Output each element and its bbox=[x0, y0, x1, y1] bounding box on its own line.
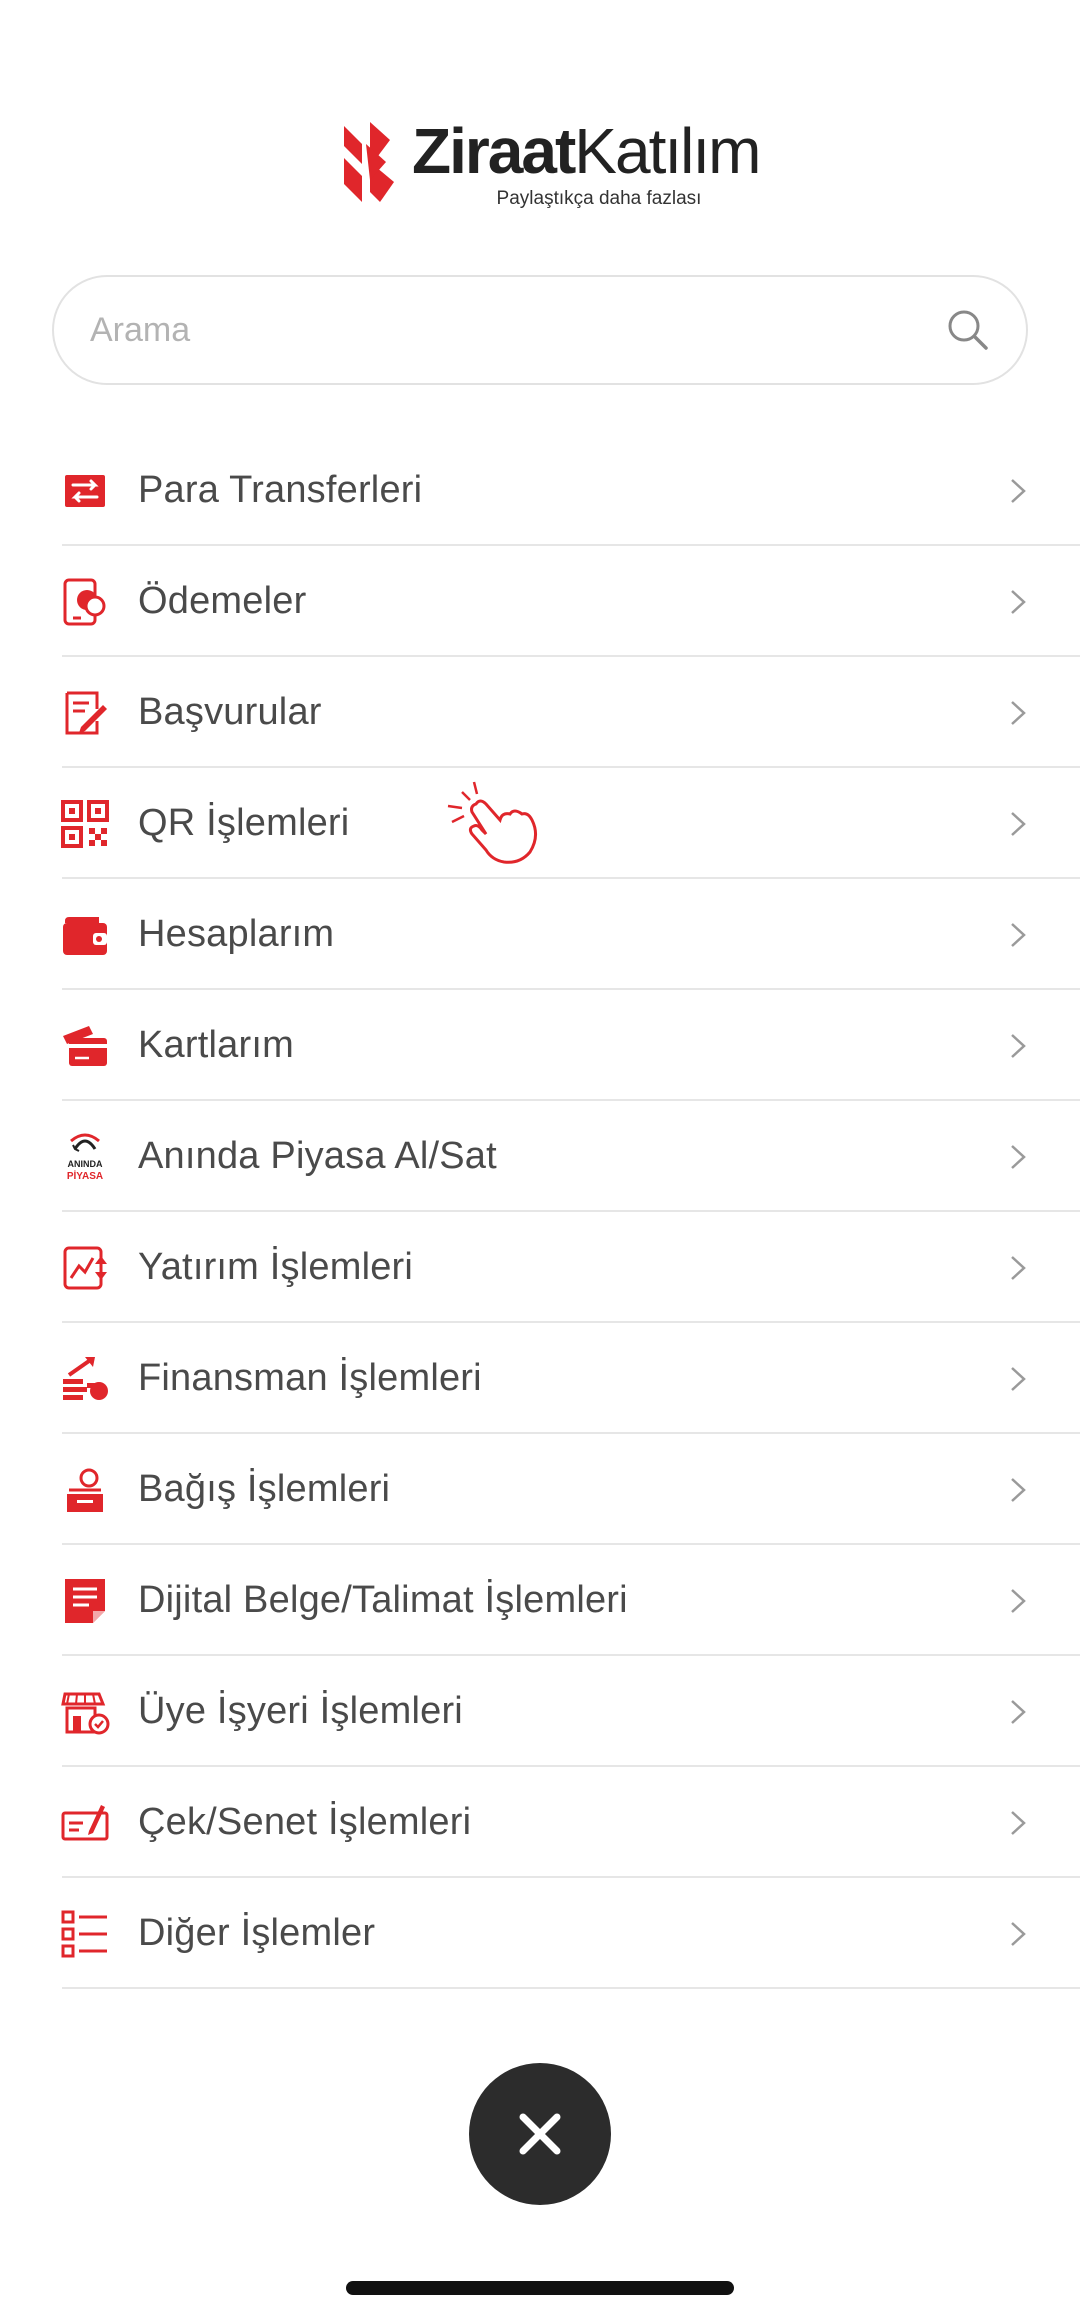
menu-item-label: Kartlarım bbox=[138, 1024, 294, 1066]
chevron-right-icon bbox=[1011, 811, 1026, 836]
search-bar[interactable] bbox=[52, 275, 1028, 385]
cheque-icon bbox=[58, 1796, 112, 1850]
menu-item-kartlarim[interactable]: Kartlarım bbox=[0, 990, 1080, 1101]
wallet-icon bbox=[58, 908, 112, 962]
menu-item-label: Dijital Belge/Talimat İşlemleri bbox=[138, 1579, 628, 1621]
close-button[interactable] bbox=[469, 2063, 611, 2205]
menu-item-dijital-belge[interactable]: Dijital Belge/Talimat İşlemleri bbox=[0, 1545, 1080, 1656]
brand-name-bold: Ziraat bbox=[412, 115, 576, 187]
search-input[interactable] bbox=[90, 310, 946, 350]
menu-item-label: QR İşlemleri bbox=[138, 802, 350, 844]
cards-icon bbox=[58, 1019, 112, 1073]
chevron-right-icon bbox=[1011, 1033, 1026, 1058]
ziraat-logo-icon bbox=[344, 122, 394, 202]
chevron-right-icon bbox=[1011, 1144, 1026, 1169]
tap-hand-icon bbox=[447, 781, 537, 864]
menu-item-bagis-islemleri[interactable]: Bağış İşlemleri bbox=[0, 1434, 1080, 1545]
aninda-text: ANINDA bbox=[68, 1159, 103, 1169]
menu-item-yatirim-islemleri[interactable]: Yatırım İşlemleri bbox=[0, 1212, 1080, 1323]
menu-item-label: Hesaplarım bbox=[138, 913, 335, 955]
main-menu: Para Transferleri Ödemeler Başvurular QR… bbox=[0, 435, 1080, 1989]
financing-coins-icon bbox=[58, 1352, 112, 1406]
menu-item-label: Üye İşyeri İşlemleri bbox=[138, 1690, 463, 1732]
chevron-right-icon bbox=[1011, 1366, 1026, 1391]
chevron-right-icon bbox=[1011, 1255, 1026, 1280]
menu-item-label: Ödemeler bbox=[138, 580, 307, 622]
menu-item-label: Yatırım İşlemleri bbox=[138, 1246, 414, 1288]
menu-item-label: Çek/Senet İşlemleri bbox=[138, 1801, 472, 1843]
menu-item-label: Para Transferleri bbox=[138, 469, 423, 511]
menu-item-label: Bağış İşlemleri bbox=[138, 1468, 391, 1510]
menu-item-label: Anında Piyasa Al/Sat bbox=[138, 1135, 497, 1177]
brand-name-regular: Katılım bbox=[574, 115, 761, 187]
menu-item-aninda-piyasa[interactable]: ANINDA PİYASA Anında Piyasa Al/Sat bbox=[0, 1101, 1080, 1212]
investment-chart-icon bbox=[58, 1241, 112, 1295]
digital-document-icon bbox=[58, 1574, 112, 1628]
menu-item-para-transferleri[interactable]: Para Transferleri bbox=[0, 435, 1080, 546]
chevron-right-icon bbox=[1011, 922, 1026, 947]
chevron-right-icon bbox=[1011, 589, 1026, 614]
chevron-right-icon bbox=[1011, 1588, 1026, 1613]
menu-item-label: Finansman İşlemleri bbox=[138, 1357, 482, 1399]
menu-item-diger-islemler[interactable]: Diğer İşlemler bbox=[0, 1878, 1080, 1989]
donation-box-icon bbox=[58, 1463, 112, 1517]
qr-code-icon bbox=[58, 797, 112, 851]
payments-phone-icon bbox=[58, 575, 112, 629]
search-icon[interactable] bbox=[946, 308, 990, 352]
piyasa-text: PİYASA bbox=[67, 1169, 103, 1182]
menu-item-cek-senet[interactable]: Çek/Senet İşlemleri bbox=[0, 1767, 1080, 1878]
menu-item-finansman-islemleri[interactable]: Finansman İşlemleri bbox=[0, 1323, 1080, 1434]
list-icon bbox=[58, 1907, 112, 1961]
chevron-right-icon bbox=[1011, 1477, 1026, 1502]
menu-item-label: Başvurular bbox=[138, 691, 322, 733]
menu-item-basvurular[interactable]: Başvurular bbox=[0, 657, 1080, 768]
chevron-right-icon bbox=[1011, 1699, 1026, 1724]
close-icon bbox=[519, 2113, 561, 2155]
chevron-right-icon bbox=[1011, 1810, 1026, 1835]
merchant-store-icon bbox=[58, 1685, 112, 1739]
home-indicator[interactable] bbox=[346, 2281, 734, 2295]
menu-screen: ZiraatKatılım Paylaştıkça daha fazlası P… bbox=[0, 0, 1080, 2316]
brand-logo: ZiraatKatılım Paylaştıkça daha fazlası bbox=[340, 115, 761, 210]
chevron-right-icon bbox=[1011, 700, 1026, 725]
menu-item-hesaplarim[interactable]: Hesaplarım bbox=[0, 879, 1080, 990]
menu-item-uye-isyeri[interactable]: Üye İşyeri İşlemleri bbox=[0, 1656, 1080, 1767]
chevron-right-icon bbox=[1011, 1921, 1026, 1946]
brand-tagline: Paylaştıkça daha fazlası bbox=[496, 188, 702, 209]
menu-item-odemeler[interactable]: Ödemeler bbox=[0, 546, 1080, 657]
chevron-right-icon bbox=[1011, 478, 1026, 503]
application-form-icon bbox=[58, 686, 112, 740]
aninda-piyasa-icon: ANINDA PİYASA bbox=[58, 1130, 112, 1184]
menu-item-label: Diğer İşlemler bbox=[138, 1912, 376, 1954]
transfer-arrows-icon bbox=[58, 464, 112, 518]
